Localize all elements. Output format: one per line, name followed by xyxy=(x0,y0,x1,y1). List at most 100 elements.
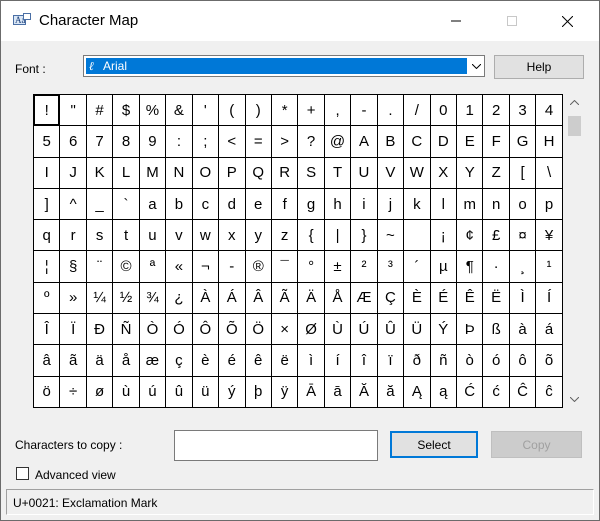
character-cell[interactable]: 9 xyxy=(139,126,167,158)
character-cell[interactable]: Þ xyxy=(457,314,484,346)
character-cell[interactable]: Û xyxy=(377,314,405,346)
character-cell[interactable]: ä xyxy=(86,345,114,377)
character-cell[interactable]: Â xyxy=(245,282,272,315)
scroll-down-button[interactable] xyxy=(566,391,583,408)
character-cell[interactable]: ¸ xyxy=(509,251,537,283)
character-cell[interactable]: w xyxy=(192,220,220,252)
character-cell[interactable]: ¶ xyxy=(457,251,484,283)
character-cell[interactable]: 5 xyxy=(34,126,61,158)
character-cell[interactable]: j xyxy=(377,188,405,221)
character-cell[interactable]: Í xyxy=(536,282,563,315)
character-cell[interactable]: ¥ xyxy=(536,220,563,252)
scroll-up-button[interactable] xyxy=(566,94,583,111)
character-cell[interactable]: U xyxy=(351,157,378,189)
character-cell[interactable]: ³ xyxy=(377,251,405,283)
character-cell[interactable]: J xyxy=(60,157,87,189)
character-cell[interactable]: ¾ xyxy=(139,282,167,315)
minimize-button[interactable] xyxy=(433,5,479,37)
character-cell[interactable]: C xyxy=(404,126,431,158)
characters-to-copy-input[interactable] xyxy=(174,430,378,461)
character-cell[interactable]: g xyxy=(298,188,325,221)
character-cell[interactable]: ^ xyxy=(60,188,87,221)
character-cell[interactable]: ï xyxy=(377,345,405,377)
character-cell[interactable]: X xyxy=(430,157,457,189)
character-cell[interactable]: * xyxy=(271,95,299,127)
character-cell[interactable]: " xyxy=(60,95,87,127)
character-cell[interactable]: ( xyxy=(219,95,246,127)
character-cell[interactable]: © xyxy=(113,251,140,283)
character-cell[interactable]: S xyxy=(298,157,325,189)
character-cell[interactable]: Å xyxy=(324,282,352,315)
character-cell[interactable]: V xyxy=(377,157,405,189)
character-cell[interactable]: ò xyxy=(457,345,484,377)
character-cell[interactable]: ¨ xyxy=(86,251,114,283)
character-cell[interactable]: > xyxy=(271,126,299,158)
character-cell[interactable]: F xyxy=(483,126,510,158)
character-cell[interactable]: ~ xyxy=(377,220,405,252)
character-cell[interactable]: ĉ xyxy=(536,376,563,408)
character-cell[interactable]: Ç xyxy=(377,282,405,315)
character-cell[interactable]: e xyxy=(245,188,272,221)
character-cell[interactable]: 3 xyxy=(509,95,537,127)
character-cell[interactable]: ì xyxy=(298,345,325,377)
character-cell[interactable]: Ï xyxy=(60,314,87,346)
character-cell[interactable]: Ý xyxy=(430,314,457,346)
character-cell[interactable]: · xyxy=(483,251,510,283)
character-cell[interactable]: ° xyxy=(298,251,325,283)
character-cell[interactable]: t xyxy=(113,220,140,252)
character-cell[interactable]: 1 xyxy=(457,95,484,127)
character-cell[interactable]: T xyxy=(324,157,352,189)
character-cell[interactable]: § xyxy=(60,251,87,283)
character-cell[interactable]: G xyxy=(509,126,537,158)
character-cell[interactable]: ÷ xyxy=(60,376,87,408)
character-cell[interactable]: Ð xyxy=(86,314,114,346)
character-cell[interactable]: Ë xyxy=(483,282,510,315)
dropdown-arrow-button[interactable] xyxy=(468,56,484,76)
character-cell[interactable]: ā xyxy=(324,376,352,408)
character-cell[interactable]: ; xyxy=(192,126,220,158)
character-cell[interactable]: È xyxy=(404,282,431,315)
character-cell[interactable]: û xyxy=(166,376,193,408)
character-cell[interactable]: Õ xyxy=(219,314,246,346)
character-cell[interactable]: E xyxy=(457,126,484,158)
character-cell[interactable]: ¹ xyxy=(536,251,563,283)
character-cell[interactable]: M xyxy=(139,157,167,189)
character-cell[interactable]: - xyxy=(219,251,246,283)
character-cell[interactable]: p xyxy=(536,188,563,221)
advanced-view-checkbox[interactable] xyxy=(16,467,29,480)
character-cell[interactable]: ½ xyxy=(113,282,140,315)
character-cell[interactable]: K xyxy=(86,157,114,189)
character-cell[interactable]: Æ xyxy=(351,282,378,315)
character-cell[interactable]: å xyxy=(113,345,140,377)
character-cell[interactable]: ] xyxy=(34,188,61,221)
character-cell[interactable]: é xyxy=(219,345,246,377)
character-cell[interactable]: k xyxy=(404,188,431,221)
character-cell[interactable]: Ü xyxy=(404,314,431,346)
character-cell[interactable]: Ą xyxy=(404,376,431,408)
character-cell[interactable]: Ò xyxy=(139,314,167,346)
character-cell[interactable]: ¢ xyxy=(457,220,484,252)
character-cell[interactable]: l xyxy=(430,188,457,221)
character-cell[interactable]: í xyxy=(324,345,352,377)
character-cell[interactable]: ± xyxy=(324,251,352,283)
character-cell[interactable]: b xyxy=(166,188,193,221)
character-cell[interactable]: ã xyxy=(60,345,87,377)
character-cell[interactable]: ô xyxy=(509,345,537,377)
character-cell[interactable]: / xyxy=(404,95,431,127)
character-cell[interactable]: s xyxy=(86,220,114,252)
character-cell[interactable]: - xyxy=(351,95,378,127)
character-cell[interactable]: H xyxy=(536,126,563,158)
character-cell[interactable]: Ø xyxy=(298,314,325,346)
character-cell[interactable]: ą xyxy=(430,376,457,408)
character-cell[interactable]: @ xyxy=(324,126,352,158)
character-cell[interactable]: : xyxy=(166,126,193,158)
character-cell[interactable]: Z xyxy=(483,157,510,189)
character-cell[interactable]: u xyxy=(139,220,167,252)
character-cell[interactable]: n xyxy=(483,188,510,221)
character-cell[interactable]: ý xyxy=(219,376,246,408)
character-cell[interactable]: 0 xyxy=(430,95,457,127)
character-cell[interactable]: î xyxy=(351,345,378,377)
character-cell[interactable]: É xyxy=(430,282,457,315)
character-cell[interactable]: ¬ xyxy=(192,251,220,283)
character-cell[interactable]: Ê xyxy=(457,282,484,315)
